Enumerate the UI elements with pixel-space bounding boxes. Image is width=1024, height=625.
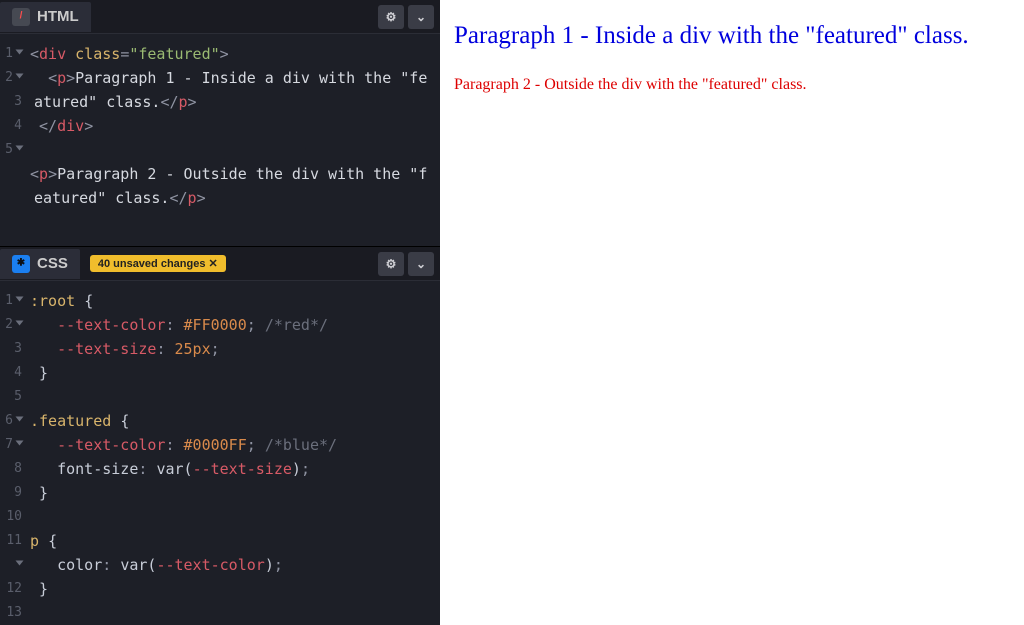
- html-panel-title: HTML: [37, 8, 79, 25]
- unsaved-changes-badge[interactable]: 40 unsaved changes ✕: [90, 255, 226, 272]
- html-code-body[interactable]: 12345 <div class="featured"> <p>Paragrap…: [0, 34, 440, 246]
- html-code-text[interactable]: <div class="featured"> <p>Paragraph 1 - …: [30, 42, 440, 246]
- css-collapse-button[interactable]: ⌄: [408, 252, 434, 276]
- html-line-gutter: 12345: [0, 42, 30, 246]
- css-panel-title: CSS: [37, 255, 68, 272]
- css-panel-header: ✱ CSS 40 unsaved changes ✕ ⚙ ⌄: [0, 247, 440, 281]
- css-lang-icon: ✱: [12, 255, 30, 273]
- css-tab[interactable]: ✱ CSS: [0, 249, 80, 279]
- css-settings-button[interactable]: ⚙: [378, 252, 404, 276]
- preview-paragraph-2: Paragraph 2 - Outside the div with the "…: [454, 76, 1010, 94]
- close-icon[interactable]: ✕: [208, 257, 217, 270]
- html-tab[interactable]: / HTML: [0, 2, 91, 32]
- gear-icon: ⚙: [386, 257, 397, 271]
- editor-pane: / HTML ⚙ ⌄ 12345 <div class="featured"> …: [0, 0, 440, 625]
- html-lang-icon: /: [12, 8, 30, 26]
- css-code-body[interactable]: 12345678910111213 :root { --text-color: …: [0, 281, 440, 625]
- css-editor-panel: ✱ CSS 40 unsaved changes ✕ ⚙ ⌄ 123456789…: [0, 247, 440, 625]
- preview-paragraph-1: Paragraph 1 - Inside a div with the "fea…: [454, 22, 1010, 50]
- html-collapse-button[interactable]: ⌄: [408, 5, 434, 29]
- css-code-text[interactable]: :root { --text-color: #FF0000; /*red*/ -…: [30, 289, 440, 625]
- gear-icon: ⚙: [386, 10, 397, 24]
- chevron-down-icon: ⌄: [416, 257, 426, 271]
- html-panel-header: / HTML ⚙ ⌄: [0, 0, 440, 34]
- preview-pane: Paragraph 1 - Inside a div with the "fea…: [440, 0, 1024, 625]
- css-line-gutter: 12345678910111213: [0, 289, 30, 625]
- html-settings-button[interactable]: ⚙: [378, 5, 404, 29]
- chevron-down-icon: ⌄: [416, 10, 426, 24]
- html-editor-panel: / HTML ⚙ ⌄ 12345 <div class="featured"> …: [0, 0, 440, 247]
- unsaved-changes-text: 40 unsaved changes: [98, 258, 206, 270]
